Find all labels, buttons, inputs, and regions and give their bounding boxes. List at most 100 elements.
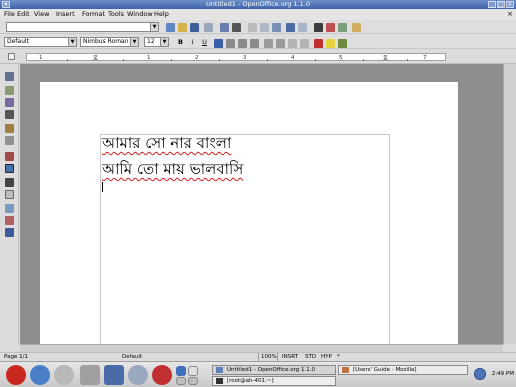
- workspace-3-icon[interactable]: [176, 377, 186, 385]
- url-dropdown-button[interactable]: ▼: [150, 22, 159, 32]
- ruler-tick: [315, 59, 316, 61]
- bold-button[interactable]: B: [176, 37, 185, 47]
- task-terminal[interactable]: [root@ah-401:~]: [212, 376, 336, 386]
- printer-launcher-icon[interactable]: [152, 365, 172, 385]
- italic-button[interactable]: i: [188, 37, 197, 47]
- menu-help[interactable]: Help: [154, 9, 169, 20]
- data-sources-icon[interactable]: [5, 190, 14, 199]
- nonprinting-characters-icon[interactable]: [5, 204, 14, 213]
- spellcheck-icon[interactable]: [5, 152, 14, 161]
- numbering-icon[interactable]: [264, 39, 273, 48]
- save-icon[interactable]: [190, 23, 199, 32]
- edit-file-icon[interactable]: [204, 23, 213, 32]
- clock[interactable]: 2:49 PM: [492, 371, 514, 377]
- align-right-icon[interactable]: [238, 39, 247, 48]
- document-page[interactable]: আমার সো নার বাংলা আমি তো মায় ভালবাসি: [40, 82, 458, 344]
- menu-view[interactable]: View: [34, 9, 49, 20]
- ruler-track[interactable]: 1 ⧖ 1 2 3 4 5 ⧖ 7: [26, 53, 446, 62]
- decrease-indent-icon[interactable]: [288, 39, 297, 48]
- redhat-menu-icon[interactable]: [6, 365, 26, 385]
- online-layout-icon[interactable]: [5, 228, 14, 237]
- document-line[interactable]: আমার সো নার বাংলা: [102, 132, 231, 157]
- vertical-scrollbar[interactable]: [503, 64, 516, 344]
- selection-mode-indicator[interactable]: STD: [305, 353, 316, 361]
- email-launcher-icon[interactable]: [54, 365, 74, 385]
- insert-table-icon[interactable]: [5, 72, 14, 81]
- form-controls-icon[interactable]: [5, 124, 14, 133]
- graphics-off-icon[interactable]: [5, 216, 14, 225]
- menu-edit[interactable]: Edit: [17, 9, 30, 20]
- menu-insert[interactable]: Insert: [56, 9, 75, 20]
- close-document-icon[interactable]: ×: [507, 9, 513, 20]
- menu-file[interactable]: File: [4, 9, 15, 20]
- window-icon: [342, 367, 349, 373]
- zoom-indicator[interactable]: 100%: [261, 353, 277, 361]
- ruler-number: 1: [147, 55, 151, 61]
- document-workspace[interactable]: আমার সো নার বাংলা আমি তো মায় ভালবাসি: [20, 64, 503, 344]
- cut-icon[interactable]: [248, 23, 257, 32]
- right-indent-marker-icon[interactable]: ⧖: [383, 54, 388, 62]
- increase-indent-icon[interactable]: [300, 39, 309, 48]
- calc-launcher-icon[interactable]: [128, 365, 148, 385]
- align-center-icon[interactable]: [226, 39, 235, 48]
- workspace-4-icon[interactable]: [188, 377, 198, 385]
- find-replace-icon[interactable]: [5, 178, 14, 187]
- align-left-icon[interactable]: [214, 39, 223, 48]
- text-autocomplete-icon[interactable]: [5, 136, 14, 145]
- workspace-2-icon[interactable]: [188, 366, 198, 376]
- document-line[interactable]: আমি তো মায় ভালবাসি: [102, 158, 243, 183]
- paragraph-style-select[interactable]: Default: [4, 37, 72, 47]
- redo-icon[interactable]: [298, 23, 307, 32]
- hyperlink-icon[interactable]: [314, 23, 323, 32]
- open-icon[interactable]: [178, 23, 187, 32]
- task-mozilla[interactable]: [Users' Guide - Mozilla]: [338, 365, 468, 375]
- menu-format[interactable]: Format: [82, 9, 105, 20]
- indent-marker-icon[interactable]: ⧖: [93, 54, 98, 62]
- horizontal-scrollbar[interactable]: [20, 344, 503, 352]
- show-draw-functions-icon[interactable]: [5, 110, 14, 119]
- writer-launcher-icon[interactable]: [80, 365, 100, 385]
- browser-launcher-icon[interactable]: [30, 365, 50, 385]
- menu-window[interactable]: Window: [127, 9, 153, 20]
- workspace-1-icon[interactable]: [176, 366, 186, 376]
- font-color-icon[interactable]: [314, 39, 323, 48]
- undo-icon[interactable]: [286, 23, 295, 32]
- navigator-icon[interactable]: [326, 23, 335, 32]
- background-color-icon[interactable]: [338, 39, 347, 48]
- hyperlink-mode-indicator[interactable]: HYP: [321, 353, 332, 361]
- insert-object-icon[interactable]: [5, 98, 14, 107]
- horizontal-ruler[interactable]: 1 ⧖ 1 2 3 4 5 ⧖ 7: [0, 50, 516, 64]
- load-url-input[interactable]: [6, 22, 156, 32]
- insert-fields-icon[interactable]: [5, 86, 14, 95]
- task-label: [Users' Guide - Mozilla]: [353, 367, 417, 373]
- insert-mode-indicator[interactable]: INSRT: [282, 353, 298, 361]
- font-name-select[interactable]: Nimbus Roman N: [80, 37, 132, 47]
- task-openoffice[interactable]: Untitled1 - OpenOffice.org 1.1.0: [212, 365, 336, 375]
- stylist-icon[interactable]: [338, 23, 347, 32]
- font-size-dropdown[interactable]: ▼: [160, 37, 169, 47]
- function-toolbar: ▼: [0, 20, 516, 34]
- tab-stop-icon[interactable]: [8, 53, 15, 60]
- minimize-icon[interactable]: _: [488, 1, 496, 8]
- ruler-tick: [267, 59, 268, 61]
- close-icon[interactable]: ×: [506, 1, 514, 8]
- export-pdf-icon[interactable]: [220, 23, 229, 32]
- maximize-icon[interactable]: □: [497, 1, 505, 8]
- bullets-icon[interactable]: [276, 39, 285, 48]
- paragraph-style-dropdown[interactable]: ▼: [68, 37, 77, 47]
- page-style-indicator[interactable]: Default: [122, 353, 142, 361]
- formatting-toolbar: Default ▼ Nimbus Roman N ▼ 12 ▼ B i U: [0, 35, 516, 49]
- paste-icon[interactable]: [272, 23, 281, 32]
- font-name-dropdown[interactable]: ▼: [130, 37, 139, 47]
- gallery-icon[interactable]: [352, 23, 361, 32]
- justify-icon[interactable]: [250, 39, 259, 48]
- update-notifier-icon[interactable]: [474, 368, 486, 380]
- auto-spellcheck-icon[interactable]: [5, 164, 14, 173]
- highlight-icon[interactable]: [326, 39, 335, 48]
- menu-tools[interactable]: Tools: [108, 9, 124, 20]
- print-icon[interactable]: [232, 23, 241, 32]
- underline-button[interactable]: U: [200, 37, 209, 47]
- impress-launcher-icon[interactable]: [104, 365, 124, 385]
- copy-icon[interactable]: [260, 23, 269, 32]
- new-document-icon[interactable]: [166, 23, 175, 32]
